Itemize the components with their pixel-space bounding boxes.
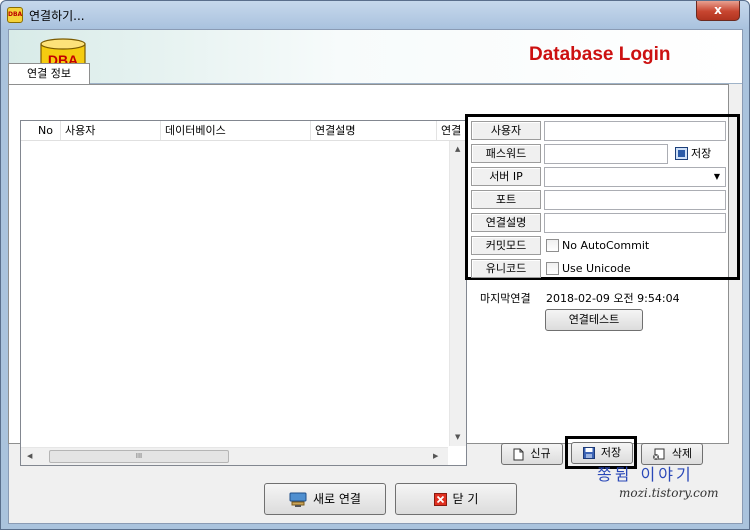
- dropdown-arrow-icon[interactable]: ▼: [714, 172, 720, 181]
- scroll-down-icon[interactable]: ▼: [455, 433, 460, 441]
- server-ip-label: 서버 IP: [471, 167, 541, 186]
- tab-connection-info[interactable]: 연결 정보: [8, 63, 90, 85]
- commit-mode-label: 커밋모드: [471, 236, 541, 255]
- delete-icon: [652, 448, 665, 460]
- header-banner: DBA Database Login: [9, 30, 742, 84]
- list-body[interactable]: [21, 141, 448, 446]
- new-button[interactable]: 신규: [501, 443, 563, 465]
- description-field[interactable]: [544, 213, 726, 233]
- column-header-connection[interactable]: 연결: [437, 121, 466, 140]
- watermark-url: mozi.tistory.com: [619, 486, 719, 500]
- scroll-up-icon[interactable]: ▲: [455, 145, 460, 153]
- port-label: 포트: [471, 190, 541, 209]
- watermark-title: 쫑뒴 이야기: [597, 465, 694, 484]
- column-header-description[interactable]: 연결설명: [311, 121, 437, 140]
- close-window-button[interactable]: x: [696, 1, 740, 21]
- app-icon: DBA: [7, 7, 23, 23]
- new-document-icon: [513, 448, 524, 460]
- save-password-label: 저장: [691, 147, 712, 160]
- new-connection-button[interactable]: 새로 연결: [264, 483, 386, 515]
- server-ip-combobox[interactable]: ▼: [544, 167, 726, 187]
- connection-test-button[interactable]: 연결테스트: [545, 309, 643, 331]
- description-label: 연결설명: [471, 213, 541, 232]
- new-button-label: 신규: [530, 447, 551, 460]
- save-password-checkbox[interactable]: [675, 147, 688, 160]
- no-autocommit-label: No AutoCommit: [562, 239, 650, 252]
- password-field[interactable]: [544, 144, 668, 164]
- no-autocommit-checkbox[interactable]: [546, 239, 559, 252]
- close-icon: [433, 493, 447, 506]
- title-bar[interactable]: DBA 연결하기... x: [1, 1, 749, 29]
- network-icon: [289, 492, 307, 507]
- column-header-no[interactable]: No: [21, 121, 61, 140]
- scroll-right-icon[interactable]: ▶: [433, 452, 438, 460]
- password-label: 패스워드: [471, 144, 541, 163]
- close-button-label: 닫 기: [452, 492, 479, 506]
- unicode-label: 유니코드: [471, 259, 541, 278]
- user-field[interactable]: [544, 121, 726, 141]
- use-unicode-label: Use Unicode: [562, 262, 631, 275]
- scroll-thumb[interactable]: III: [49, 450, 229, 463]
- column-header-database[interactable]: 데이터베이스: [161, 121, 311, 140]
- window-title: 연결하기...: [29, 9, 85, 23]
- column-header-user[interactable]: 사용자: [61, 121, 161, 140]
- connection-list[interactable]: No 사용자 데이터베이스 연결설명 연결 ▲ ▼ ◀ III ▶: [20, 120, 467, 466]
- dialog-window: DBA 연결하기... x DBA Database Login 연결 정보 N…: [0, 0, 750, 530]
- port-field[interactable]: [544, 190, 726, 210]
- use-unicode-checkbox[interactable]: [546, 262, 559, 275]
- last-connection-value: 2018-02-09 오전 9:54:04: [546, 292, 680, 305]
- new-connection-label: 새로 연결: [313, 492, 361, 506]
- last-connection-label: 마지막연결: [480, 292, 531, 305]
- list-header: No 사용자 데이터베이스 연결설명 연결: [21, 121, 466, 141]
- user-label: 사용자: [471, 121, 541, 140]
- horizontal-scrollbar[interactable]: ◀ III ▶: [21, 447, 448, 465]
- scroll-left-icon[interactable]: ◀: [27, 452, 32, 460]
- vertical-scrollbar[interactable]: ▲ ▼: [449, 141, 466, 446]
- delete-button-label: 삭제: [671, 447, 693, 460]
- banner-title: Database Login: [529, 44, 671, 65]
- close-button[interactable]: 닫 기: [395, 483, 517, 515]
